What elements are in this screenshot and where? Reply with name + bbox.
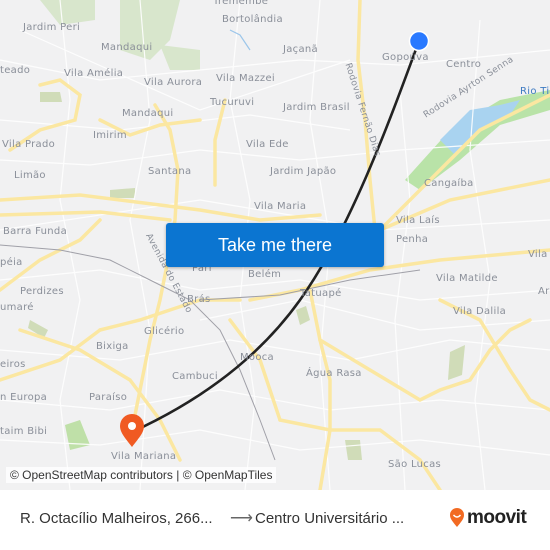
arrow-right-icon: ⟶	[230, 510, 253, 527]
place-label: n Europa	[0, 392, 48, 403]
place-label: Tremembé	[213, 0, 269, 7]
place-label: Mandaqui	[122, 108, 174, 119]
place-label: Cangaíba	[424, 178, 474, 189]
map-attribution: © OpenStreetMap contributors | © OpenMap…	[6, 467, 277, 483]
river-label: Rio Tietê	[520, 86, 550, 97]
place-label: Água Rasa	[306, 368, 362, 379]
place-label: Limão	[14, 170, 46, 181]
place-label: Mandaqui	[101, 42, 153, 53]
place-label: Vila Aurora	[144, 77, 203, 88]
place-label: Cambuci	[172, 371, 218, 382]
place-label: Vila	[528, 249, 548, 260]
place-label: Bixiga	[96, 341, 129, 352]
park	[65, 420, 90, 450]
origin-marker[interactable]	[408, 30, 430, 52]
place-label: São Lucas	[388, 459, 442, 470]
place-label: Barra Funda	[3, 226, 67, 237]
place-label: Paraíso	[89, 392, 128, 403]
place-label: Vila Laís	[396, 215, 440, 226]
river	[229, 29, 251, 51]
place-label: péia	[0, 257, 23, 268]
moovit-wordmark: moovit	[467, 507, 527, 528]
place-label: Vila Prado	[2, 139, 56, 150]
place-label: Penha	[396, 234, 429, 245]
place-label: Imirim	[93, 130, 127, 141]
moovit-logo[interactable]: moovit	[449, 507, 527, 529]
park	[448, 345, 465, 380]
destination-marker[interactable]	[118, 413, 146, 449]
place-label: Vila Maria	[254, 201, 307, 212]
place-label: Vila Mazzei	[216, 73, 275, 84]
place-label: Vila Matilde	[436, 273, 498, 284]
park	[345, 440, 362, 460]
place-label: Bortolândia	[222, 14, 283, 25]
place-label: Perdizes	[20, 286, 64, 297]
place-label: Jardim Peri	[23, 22, 81, 33]
place-label: Belém	[248, 269, 282, 280]
place-label: Tatuapé	[300, 288, 342, 299]
place-label: Vila Ede	[246, 139, 289, 150]
place-label: Brás	[187, 294, 211, 305]
park	[296, 306, 310, 325]
park	[110, 188, 135, 198]
place-label: Vila Amélia	[64, 68, 124, 79]
park	[40, 92, 62, 102]
moovit-pin-icon	[450, 508, 464, 527]
place-label: Jardim Japão	[270, 166, 337, 177]
place-label: teado	[0, 65, 31, 76]
place-label: taim Bibi	[0, 426, 48, 437]
place-label: Tucuruvi	[210, 97, 255, 108]
place-label: Mooca	[240, 352, 274, 363]
park	[160, 45, 200, 70]
route-footer: R. Octacílio Malheiros, 266... ⟶ Centro …	[0, 490, 550, 550]
origin-name: R. Octacílio Malheiros, 266...	[20, 510, 213, 527]
place-label: Vila Dalila	[453, 306, 507, 317]
map[interactable]: Tremembé Bortolândia Jardim Peri Mandaqu…	[0, 0, 550, 490]
destination-name: Centro Universitário ...	[255, 510, 405, 527]
place-label: Ar	[538, 286, 550, 297]
place-label: Jardim Brasil	[283, 102, 350, 113]
place-label: Gopoúva	[382, 52, 429, 63]
place-label: eiros	[0, 359, 26, 370]
take-me-there-button[interactable]: Take me there	[166, 223, 384, 267]
place-label: Centro	[446, 59, 482, 70]
place-label: Santana	[148, 166, 192, 177]
place-label: Vila Mariana	[111, 451, 177, 462]
place-label: Jaçanã	[283, 44, 318, 55]
place-label: Glicério	[144, 326, 185, 337]
place-label: umaré	[0, 302, 34, 313]
